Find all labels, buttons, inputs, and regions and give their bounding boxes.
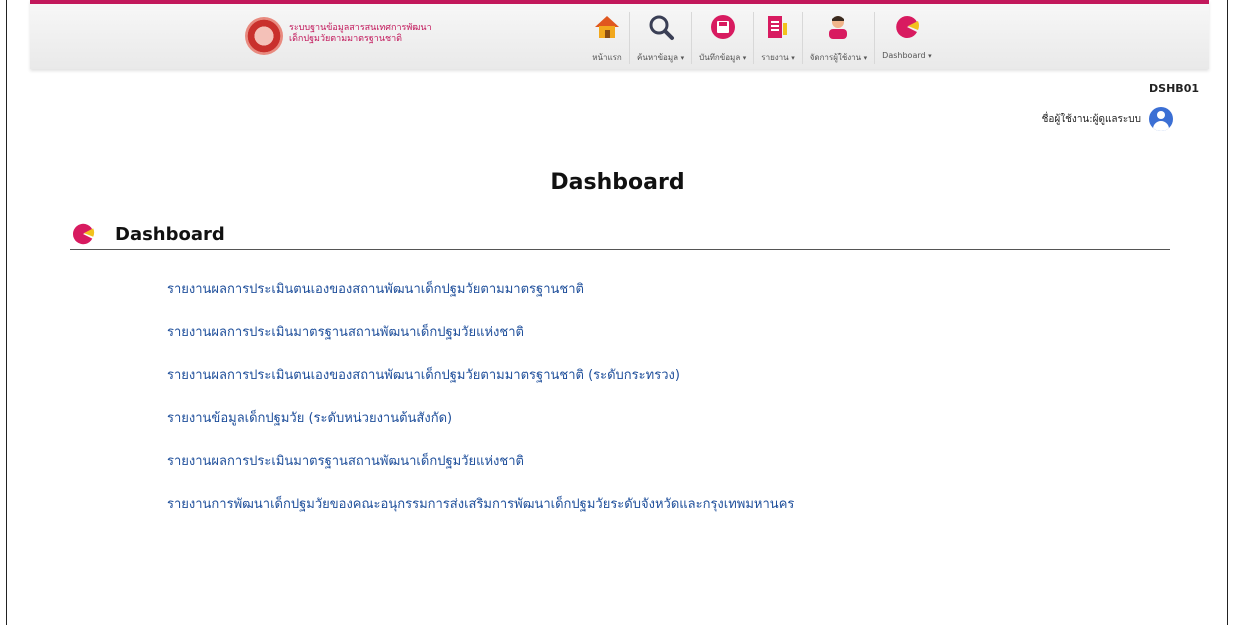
user-avatar-icon[interactable] [1149,107,1173,131]
main-nav: หน้าแรก ค้นหาข้อมูล ▾ บันทึกข้อมูล ▾ ราย… [585,12,939,64]
page-title: Dashboard [550,170,685,195]
nav-label: บันทึกข้อมูล ▾ [699,53,747,62]
nav-item-record[interactable]: บันทึกข้อมูล ▾ [691,12,753,64]
report-link[interactable]: รายงานผลการประเมินตนเองของสถานพัฒนาเด็กป… [167,369,847,382]
user-info[interactable]: ชื่อผู้ใช้งาน:ผู้ดูแลระบบ [1042,107,1173,131]
report-icon [763,12,793,42]
nav-label: ค้นหาข้อมูล ▾ [637,53,685,62]
pie-chart-icon [892,12,922,42]
report-link[interactable]: รายงานผลการประเมินตนเองของสถานพัฒนาเด็กป… [167,283,847,296]
page-code: DSHB01 [1149,82,1199,95]
nav-item-home[interactable]: หน้าแรก [585,12,629,64]
report-links: รายงานผลการประเมินตนเองของสถานพัฒนาเด็กป… [167,283,847,541]
report-link[interactable]: รายงานข้อมูลเด็กปฐมวัย (ระดับหน่วยงานต้น… [167,412,847,425]
nav-label: Dashboard ▾ [882,51,932,60]
section-header: Dashboard [70,221,1170,250]
nav-item-dashboard[interactable]: Dashboard ▾ [874,12,938,64]
home-icon [592,12,622,42]
section-title: Dashboard [115,224,225,245]
pie-chart-icon [72,223,95,245]
top-navbar: ระบบฐานข้อมูลสารสนเทศการพัฒนา เด็กปฐมวัย… [30,0,1209,69]
user-manage-icon [823,12,853,42]
report-link[interactable]: รายงานผลการประเมินมาตรฐานสถานพัฒนาเด็กปฐ… [167,455,847,468]
nav-label: หน้าแรก [592,53,622,62]
nav-label: รายงาน ▾ [761,53,795,62]
brand-title[interactable]: ระบบฐานข้อมูลสารสนเทศการพัฒนา เด็กปฐมวัย… [289,23,432,45]
nav-item-search[interactable]: ค้นหาข้อมูล ▾ [629,12,691,64]
brand-line-1: ระบบฐานข้อมูลสารสนเทศการพัฒนา [289,23,432,33]
nav-item-user-manage[interactable]: จัดการผู้ใช้งาน ▾ [801,12,874,64]
report-link[interactable]: รายงานผลการประเมินมาตรฐานสถานพัฒนาเด็กปฐ… [167,326,847,339]
nav-label: จัดการผู้ใช้งาน ▾ [809,53,868,62]
save-icon [708,12,738,42]
search-icon [646,12,676,42]
logo-icon[interactable] [245,17,283,55]
report-link[interactable]: รายงานการพัฒนาเด็กปฐมวัยของคณะอนุกรรมการ… [167,498,847,511]
user-name: ชื่อผู้ใช้งาน:ผู้ดูแลระบบ [1041,113,1141,125]
nav-item-report[interactable]: รายงาน ▾ [753,12,801,64]
brand-line-2: เด็กปฐมวัยตามมาตรฐานชาติ [289,34,402,44]
